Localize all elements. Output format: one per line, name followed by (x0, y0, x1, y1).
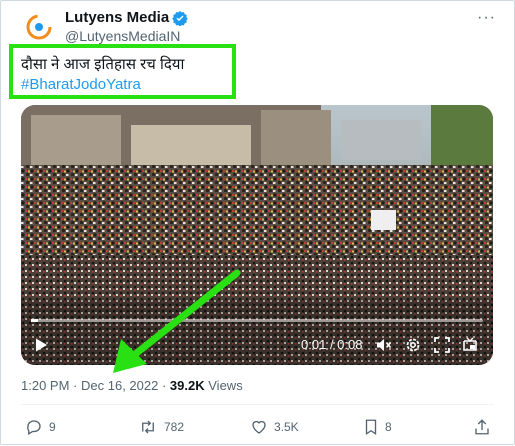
picture-in-picture-icon[interactable] (461, 336, 479, 354)
video-progress-bar[interactable] (31, 319, 483, 322)
bookmark-count: 8 (385, 420, 392, 434)
bookmark-button[interactable]: 8 (363, 418, 392, 436)
timestamp-separator: · (161, 378, 170, 393)
display-name-label: Lutyens Media (65, 9, 170, 26)
repost-button[interactable]: 782 (138, 418, 184, 436)
video-elapsed: 0:01 (301, 337, 327, 352)
heart-icon (252, 420, 266, 434)
like-count: 3.5K (274, 420, 299, 434)
play-icon[interactable] (33, 337, 49, 353)
reply-icon (27, 420, 41, 435)
tweet-text: दौसा ने आज इतिहास रच दिया (21, 56, 185, 73)
share-icon (475, 419, 489, 435)
video-time: 0:01 / 0:08 (301, 337, 362, 352)
fullscreen-icon[interactable] (433, 336, 451, 354)
repost-count: 782 (164, 420, 185, 434)
divider (21, 404, 494, 405)
video-player[interactable]: 0:01 / 0:08 (21, 105, 493, 365)
share-button[interactable] (473, 418, 491, 436)
tweet-time: 1:20 PM (21, 378, 70, 393)
settings-gear-icon[interactable] (404, 336, 422, 354)
verified-badge-icon (172, 10, 188, 26)
video-progress-fill (31, 319, 38, 322)
crowd-video-frame (21, 105, 493, 365)
timestamp-separator: · (73, 378, 81, 393)
video-duration: 0:08 (337, 337, 363, 352)
tweet-card: Lutyens Media @LutyensMediaIN ··· दौसा न… (0, 0, 515, 445)
hashtag-link[interactable]: #BharatJodoYatra (21, 76, 141, 93)
volume-muted-icon[interactable] (375, 336, 393, 354)
views-label: Views (208, 378, 243, 393)
bookmark-icon (365, 419, 377, 436)
display-name[interactable]: Lutyens Media (65, 9, 188, 26)
tweet-date: Dec 16, 2022 (81, 378, 159, 393)
repost-icon (142, 420, 154, 434)
tweet-timestamp[interactable]: 1:20 PM · Dec 16, 2022 · 39.2K Views (21, 378, 243, 393)
lutyens-logo-icon (26, 14, 52, 40)
like-button[interactable]: 3.5K (250, 418, 299, 436)
handle[interactable]: @LutyensMediaIN (65, 28, 180, 44)
reply-count: 9 (49, 420, 56, 434)
more-options-icon[interactable]: ··· (477, 9, 496, 27)
reply-button[interactable]: 9 (25, 418, 56, 436)
avatar[interactable] (21, 9, 57, 45)
views-count: 39.2K (169, 378, 205, 393)
